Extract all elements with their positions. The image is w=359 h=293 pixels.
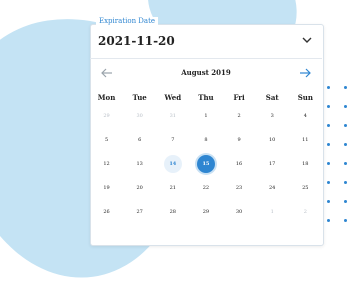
week-row: 5 6 7 8 9 10 11 [90,128,322,152]
day-cell[interactable]: 23 [223,176,256,200]
day-cell[interactable]: 3 [256,104,289,128]
day-cell[interactable]: 25 [289,176,322,200]
decorative-dot [327,86,330,89]
day-cell[interactable]: 6 [123,128,156,152]
decorative-dot [327,219,330,222]
decorative-dot [327,143,330,146]
decorative-dot [327,162,330,165]
day-cell[interactable]: 18 [289,152,322,176]
chevron-down-icon[interactable] [302,37,312,44]
day-cell[interactable]: 20 [123,176,156,200]
day-cell[interactable]: 27 [123,200,156,224]
day-cell-selected[interactable]: 15 [189,152,222,176]
decorative-dot [327,181,330,184]
weekday-tue: Tue [132,92,147,102]
day-cell[interactable]: 7 [156,128,189,152]
day-cell[interactable]: 16 [223,152,256,176]
decorative-dot [344,105,347,108]
day-cell[interactable]: 10 [256,128,289,152]
day-cell[interactable]: 2 [289,200,322,224]
day-cell-today[interactable]: 14 [156,152,189,176]
day-cell[interactable]: 5 [90,128,123,152]
day-cell[interactable]: 8 [189,128,222,152]
decorative-dot [344,219,347,222]
day-cell[interactable]: 11 [289,128,322,152]
selected-day-marker[interactable]: 15 [196,155,215,173]
day-cell[interactable]: 29 [90,104,123,128]
field-label: Expiration Date [96,17,159,25]
weekday-sun: Sun [297,92,313,102]
weekday-mon: Mon [97,92,116,102]
weekday-fri: Fri [233,92,245,102]
arrow-right-icon[interactable] [298,66,312,80]
day-cell[interactable]: 9 [223,128,256,152]
day-cell[interactable]: 17 [256,152,289,176]
calendar-grid: Mon Tue Wed Thu Fri Sat Sun 29 30 31 1 2… [90,90,322,224]
day-cell[interactable]: 13 [123,152,156,176]
weekday-wed: Wed [164,92,182,102]
week-row: 29 30 31 1 2 3 4 [90,104,322,128]
decorative-dot [327,200,330,203]
day-cell[interactable]: 26 [90,200,123,224]
day-cell[interactable]: 1 [256,200,289,224]
decorative-dot [327,105,330,108]
day-cell[interactable]: 22 [189,176,222,200]
day-cell[interactable]: 12 [90,152,123,176]
decorative-dot [344,143,347,146]
week-row: 26 27 28 29 30 1 2 [90,200,322,224]
week-row: 12 13 14 15 16 17 18 [90,152,322,176]
month-title: August 2019 [181,68,231,77]
day-cell[interactable]: 4 [289,104,322,128]
decorative-dot [344,200,347,203]
day-cell[interactable]: 19 [90,176,123,200]
weekday-thu: Thu [198,92,214,102]
decorative-dot-grid [327,86,359,246]
decorative-dot [344,86,347,89]
weekday-header: Mon Tue Wed Thu Fri Sat Sun [90,90,322,104]
day-cell[interactable]: 30 [123,104,156,128]
day-cell[interactable]: 1 [189,104,222,128]
decorative-dot [344,162,347,165]
week-row: 19 20 21 22 23 24 25 [90,176,322,200]
date-value[interactable]: 2021-11-20 [98,34,175,48]
today-marker[interactable]: 14 [163,155,182,173]
decorative-dot [344,181,347,184]
decorative-dot [344,124,347,127]
month-navigation: August 2019 [90,64,322,84]
weekday-sat: Sat [265,92,279,102]
day-cell[interactable]: 24 [256,176,289,200]
day-cell[interactable]: 30 [223,200,256,224]
day-cell[interactable]: 28 [156,200,189,224]
day-cell[interactable]: 21 [156,176,189,200]
expiration-date-field[interactable]: 2021-11-20 [90,24,322,59]
day-cell[interactable]: 29 [189,200,222,224]
decorative-dot [327,124,330,127]
day-cell[interactable]: 31 [156,104,189,128]
day-cell[interactable]: 2 [223,104,256,128]
